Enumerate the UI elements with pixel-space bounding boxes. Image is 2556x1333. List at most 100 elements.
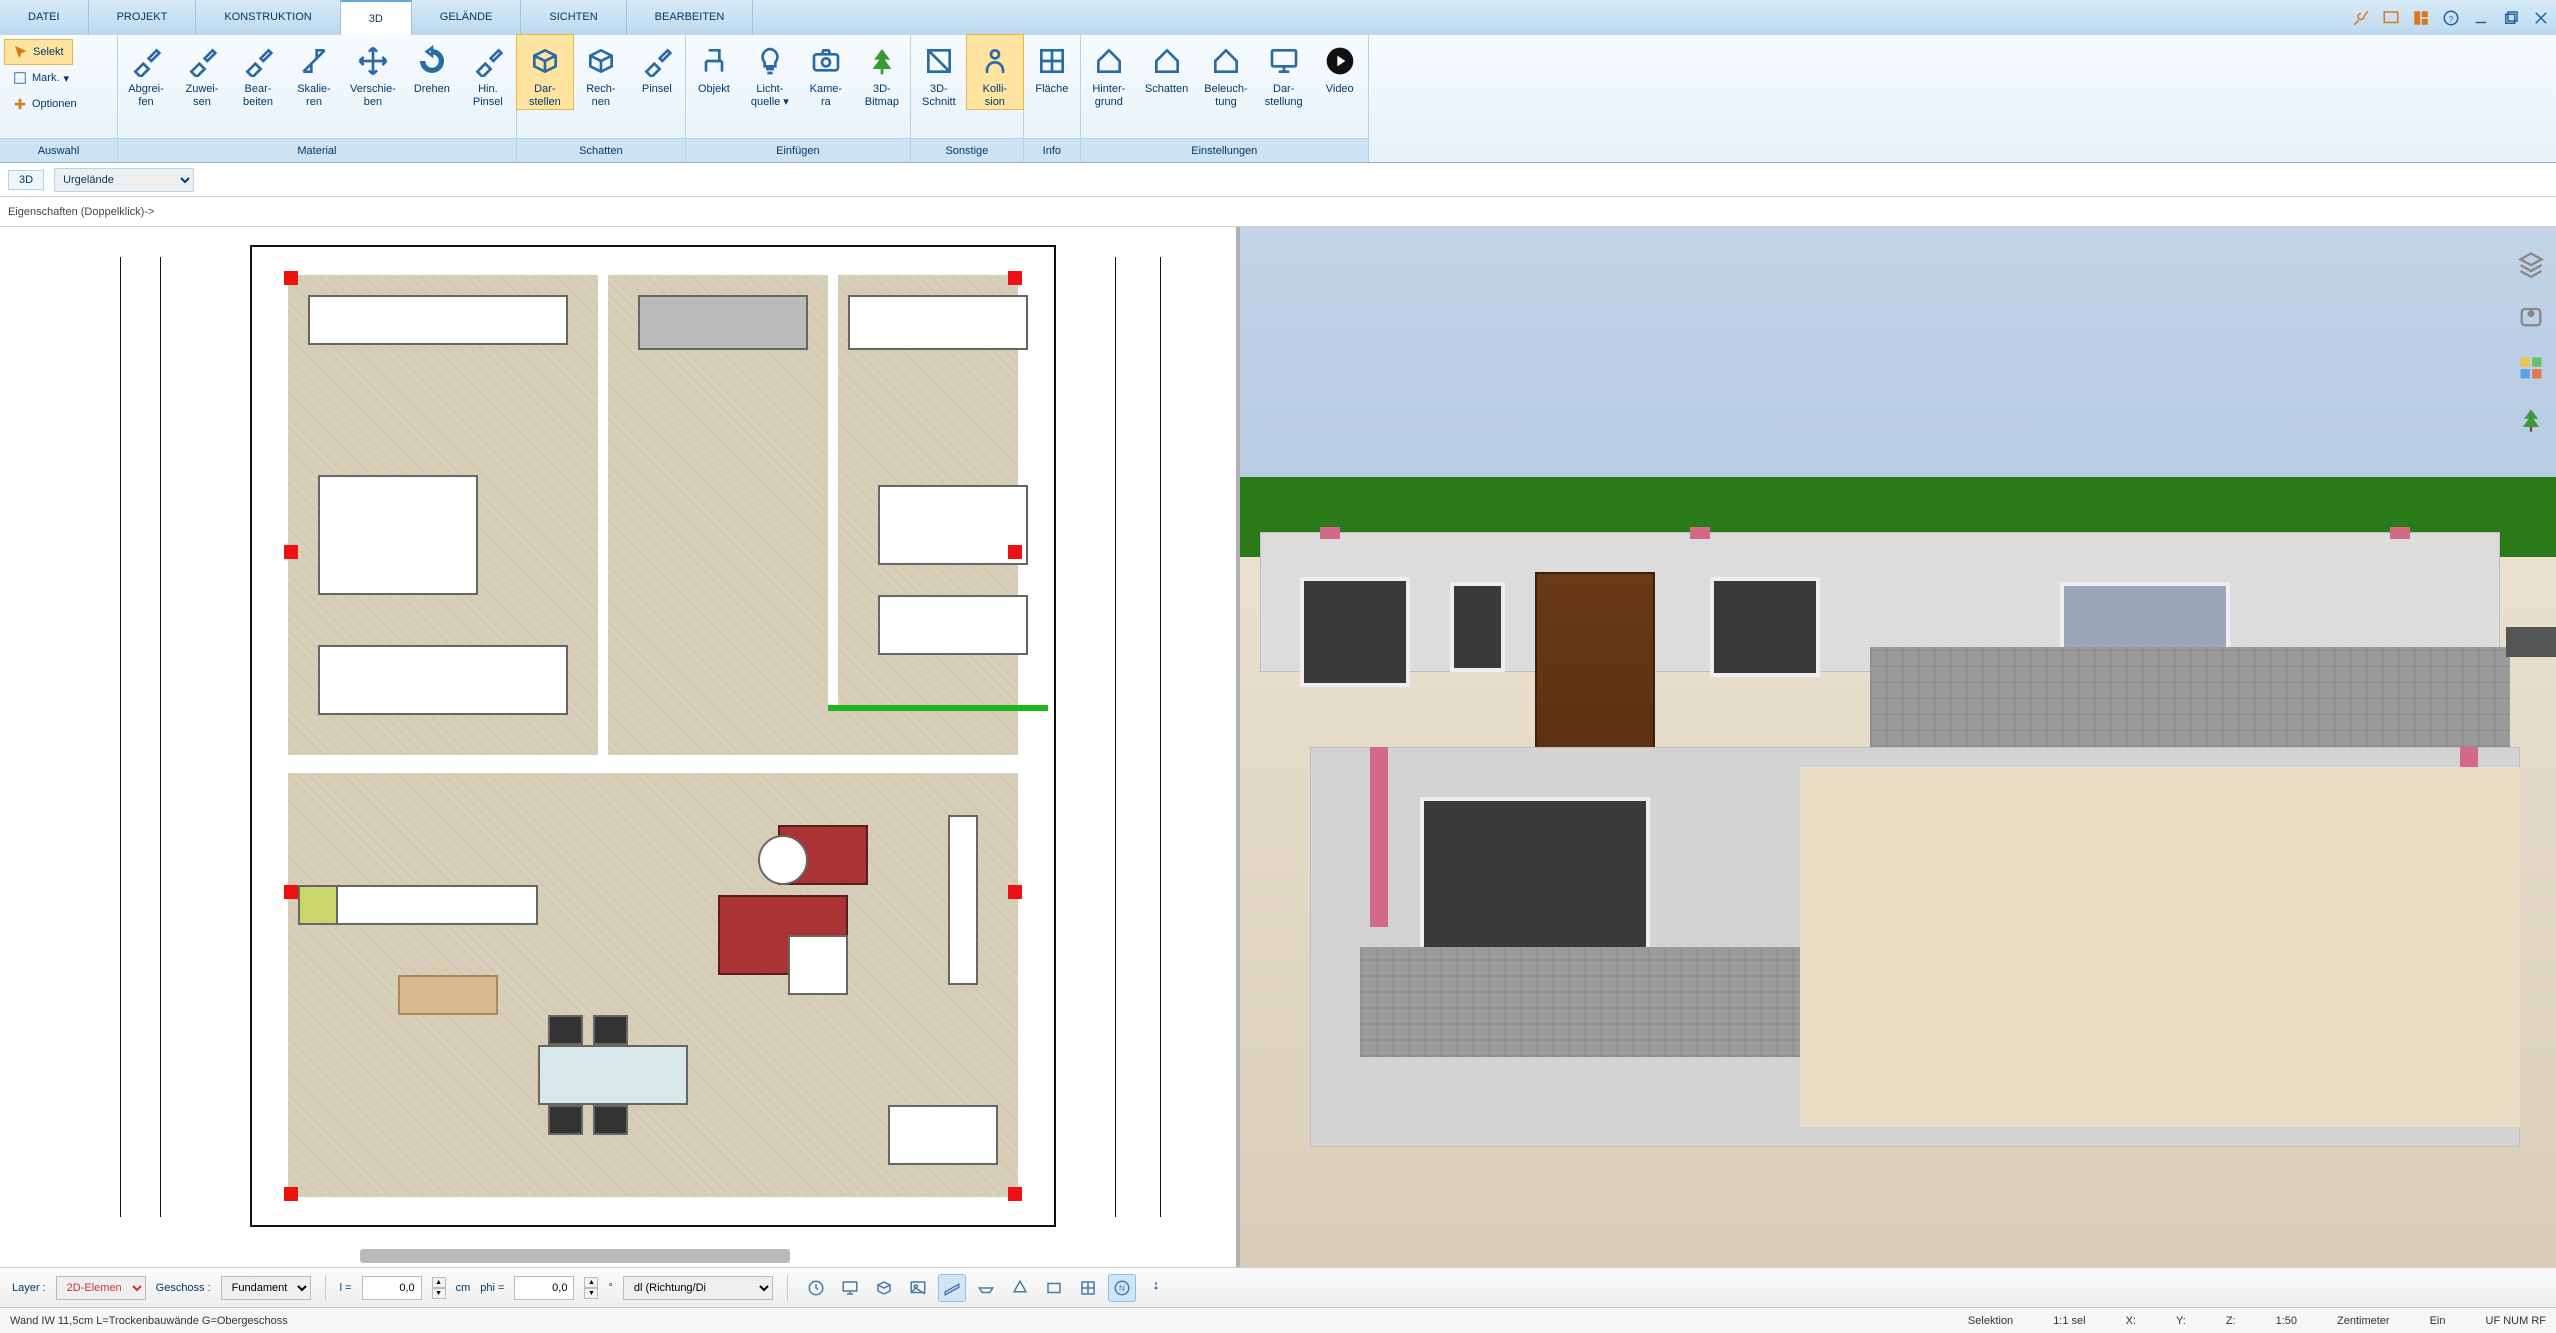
deg-label: ° xyxy=(608,1282,612,1294)
window xyxy=(1710,577,1820,677)
properties-hint[interactable]: Eigenschaften (Doppelklick)-> xyxy=(8,206,154,218)
ribbon-sonstige-1[interactable]: Kolli- sion xyxy=(967,35,1023,109)
dl-select[interactable]: dl (Richtung/Di xyxy=(623,1276,773,1300)
ribbon-sonstige-1-icon xyxy=(975,41,1015,81)
ribbon-material-3[interactable]: Skalie- ren xyxy=(286,35,342,109)
layout-icon[interactable] xyxy=(2406,0,2436,35)
plane2-icon[interactable] xyxy=(972,1274,1000,1302)
menu-tab-projekt[interactable]: PROJEKT xyxy=(89,0,197,35)
ribbon-einfuegen-1[interactable]: Licht- quelle ▾ xyxy=(742,35,798,109)
help-icon[interactable]: ? xyxy=(2436,0,2466,35)
ribbon-sonstige-0-label: 3D- Schnitt xyxy=(922,83,956,109)
ribbon-sonstige-0[interactable]: 3D- Schnitt xyxy=(911,35,967,109)
menu-tab-gelaende[interactable]: GELÄNDE xyxy=(412,0,522,35)
ribbon-einstellungen-4[interactable]: Video xyxy=(1312,35,1368,96)
picture-icon[interactable] xyxy=(904,1274,932,1302)
minimize-icon[interactable] xyxy=(2466,0,2496,35)
north-icon[interactable]: N xyxy=(1108,1274,1136,1302)
door xyxy=(1535,572,1655,772)
ribbon-einstellungen-1[interactable]: Schatten xyxy=(1137,35,1196,96)
optionen-button[interactable]: Optionen xyxy=(4,91,85,117)
layer-select[interactable]: 2D-Elemen xyxy=(56,1276,146,1300)
ribbon-material-2[interactable]: Bear- beiten xyxy=(230,35,286,109)
model-3d-view[interactable] xyxy=(1240,227,2556,1267)
tree-icon[interactable] xyxy=(2514,403,2548,437)
status-sel: 1:1 sel xyxy=(2053,1315,2085,1327)
grid-icon[interactable] xyxy=(1074,1274,1102,1302)
mark-label: Mark. xyxy=(32,72,60,84)
monitor-icon[interactable] xyxy=(836,1274,864,1302)
coffee-table xyxy=(788,935,848,995)
marker3d xyxy=(1320,527,1340,539)
ribbon-schatten-1[interactable]: Rech- nen xyxy=(573,35,629,109)
view-mode-tag[interactable]: 3D xyxy=(8,170,44,190)
terrain-select[interactable]: Urgelände xyxy=(54,168,194,192)
ribbon-einstellungen-2[interactable]: Beleuch- tung xyxy=(1196,35,1255,109)
geschoss-select[interactable]: Fundament xyxy=(221,1276,311,1300)
plane4-icon[interactable] xyxy=(1040,1274,1068,1302)
ribbon-material-1-label: Zuwei- sen xyxy=(185,83,218,109)
info-icon[interactable] xyxy=(1142,1274,1170,1302)
ribbon-schatten-0[interactable]: Dar- stellen xyxy=(517,35,573,109)
ribbon-einfuegen-2-icon xyxy=(806,41,846,81)
ribbon-einfuegen-0[interactable]: Objekt xyxy=(686,35,742,96)
palette-icon[interactable] xyxy=(2514,351,2548,385)
ribbon-schatten-0-label: Dar- stellen xyxy=(529,83,561,109)
ribbon-schatten-0-icon xyxy=(525,41,565,81)
ribbon-schatten-2-label: Pinsel xyxy=(642,83,672,96)
l-up[interactable]: ▲ xyxy=(432,1277,446,1288)
wardrobe xyxy=(318,645,568,715)
ribbon-info-0[interactable]: Fläche xyxy=(1024,35,1080,96)
svg-text:N: N xyxy=(1119,1284,1125,1293)
ribbon-material-1[interactable]: Zuwei- sen xyxy=(174,35,230,109)
menu-tab-bearbeiten[interactable]: BEARBEITEN xyxy=(627,0,754,35)
mark-button[interactable]: Mark.▾ xyxy=(4,65,77,91)
wall xyxy=(288,755,1018,773)
ribbon-material-3-label: Skalie- ren xyxy=(297,83,331,109)
tools-icon[interactable] xyxy=(2346,0,2376,35)
floorplan-2d-view[interactable] xyxy=(0,227,1240,1267)
marker xyxy=(284,545,298,559)
ribbon-material-0[interactable]: Abgrei- fen xyxy=(118,35,174,109)
l-down[interactable]: ▼ xyxy=(432,1288,446,1299)
ribbon-material-5-icon xyxy=(412,41,452,81)
phi-down[interactable]: ▼ xyxy=(584,1288,598,1299)
restore-icon[interactable] xyxy=(2496,0,2526,35)
phi-input[interactable] xyxy=(514,1276,574,1300)
horizontal-scrollbar[interactable] xyxy=(360,1249,790,1263)
menu-tab-3d[interactable]: 3D xyxy=(341,0,412,35)
ribbon-material-6[interactable]: Hin. Pinsel xyxy=(460,35,516,109)
desk xyxy=(888,1105,998,1165)
menu-tab-datei[interactable]: DATEI xyxy=(0,0,89,35)
menu-tab-konstruktion[interactable]: KONSTRUKTION xyxy=(196,0,340,35)
ribbon-material-4[interactable]: Verschie- ben xyxy=(342,35,404,109)
ribbon-einstellungen-3[interactable]: Dar- stellung xyxy=(1256,35,1312,109)
marker xyxy=(1008,885,1022,899)
cubes-icon[interactable] xyxy=(870,1274,898,1302)
ribbon-einfuegen-2[interactable]: Kame- ra xyxy=(798,35,854,109)
ribbon-schatten-2[interactable]: Pinsel xyxy=(629,35,685,96)
texture-icon[interactable] xyxy=(2514,299,2548,333)
side-tab[interactable] xyxy=(2506,627,2556,657)
ribbon-material-5[interactable]: Drehen xyxy=(404,35,460,96)
menu-tab-sichten[interactable]: SICHTEN xyxy=(521,0,626,35)
layers-icon[interactable] xyxy=(2514,247,2548,281)
close-icon[interactable] xyxy=(2526,0,2556,35)
ribbon-einfuegen-3[interactable]: 3D- Bitmap xyxy=(854,35,910,109)
optionen-label: Optionen xyxy=(32,98,77,110)
plane1-icon[interactable] xyxy=(938,1274,966,1302)
ribbon-material-3-icon xyxy=(294,41,334,81)
shelf xyxy=(948,815,978,985)
marker xyxy=(284,271,298,285)
window xyxy=(1420,797,1650,957)
ribbon-einstellungen-0[interactable]: Hinter- grund xyxy=(1081,35,1137,109)
phi-up[interactable]: ▲ xyxy=(584,1277,598,1288)
clock-icon[interactable] xyxy=(802,1274,830,1302)
group-title-info: Info xyxy=(1024,138,1080,162)
ribbon-schatten-2-icon xyxy=(637,41,677,81)
selekt-button[interactable]: Selekt xyxy=(4,39,73,65)
plane3-icon[interactable] xyxy=(1006,1274,1034,1302)
chair xyxy=(593,1015,628,1045)
l-input[interactable] xyxy=(362,1276,422,1300)
layers-window-icon[interactable] xyxy=(2376,0,2406,35)
